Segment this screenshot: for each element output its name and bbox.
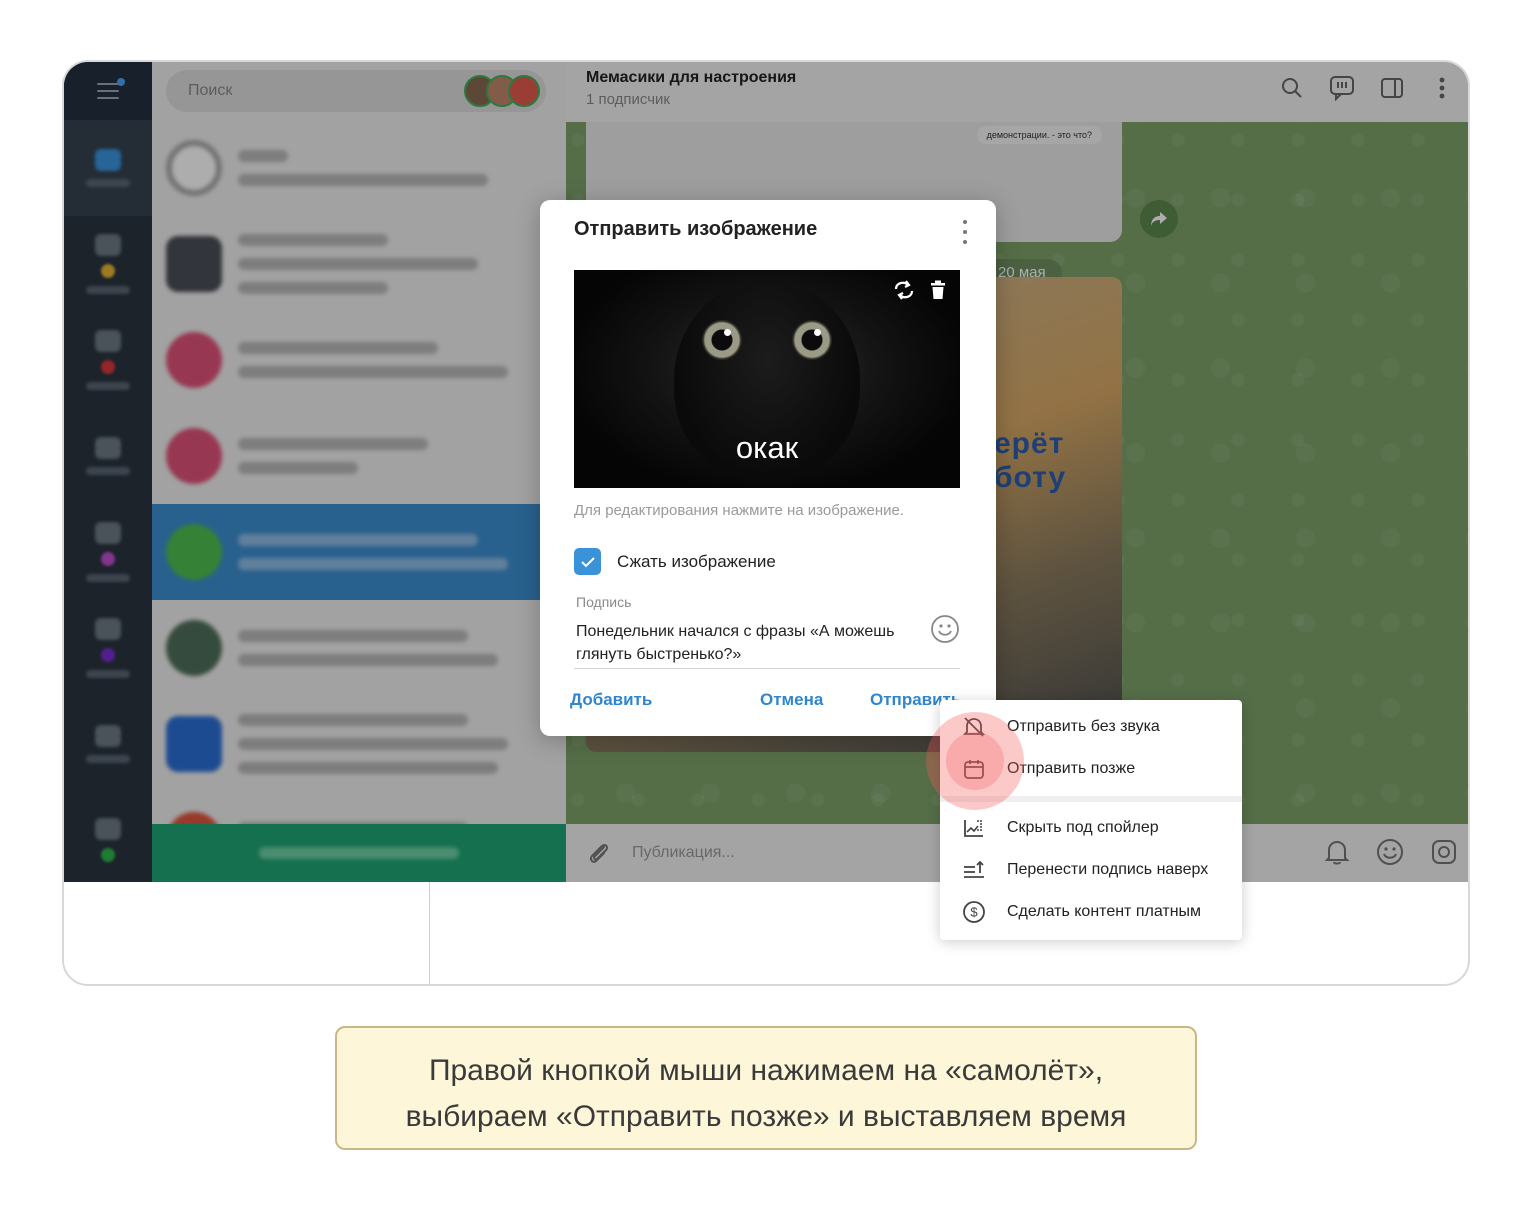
image-tools <box>892 280 946 300</box>
cancel-button[interactable]: Отмена <box>760 690 823 710</box>
menu-item-label: Перенести подпись наверх <box>1007 861 1209 878</box>
caption-underline <box>574 668 960 669</box>
compress-label: Сжать изображение <box>617 551 776 571</box>
delete-icon[interactable] <box>930 280 946 300</box>
image-preview[interactable]: окак <box>574 270 960 488</box>
dialog-more-icon[interactable] <box>962 220 968 244</box>
dialog-title: Отправить изображение <box>574 218 818 240</box>
paid-content-icon: $ <box>961 899 987 925</box>
image-caption-text: окак <box>735 430 799 465</box>
spoiler-icon <box>961 815 987 841</box>
edit-hint: Для редактирования нажмите на изображени… <box>574 502 905 519</box>
compress-option[interactable]: Сжать изображение <box>574 548 776 575</box>
instruction-line-1: Правой кнопкой мыши нажимаем на «самолёт… <box>428 1054 1104 1087</box>
menu-item-label: Скрыть под спойлер <box>1007 819 1159 836</box>
caption-label: Подпись <box>576 594 632 610</box>
menu-item-paid-content[interactable]: $ Сделать контент платным <box>940 891 1242 933</box>
menu-item-label: Отправить без звука <box>1007 718 1160 735</box>
replace-image-icon[interactable] <box>892 280 916 300</box>
instruction-line-2: выбираем «Отправить позже» и выставляем … <box>405 1100 1127 1133</box>
menu-item-spoiler[interactable]: Скрыть под спойлер <box>940 807 1242 849</box>
add-button[interactable]: Добавить <box>570 690 652 710</box>
caption-up-icon <box>961 857 987 883</box>
caption-emoji-button[interactable] <box>930 614 960 649</box>
menu-item-caption-up[interactable]: Перенести подпись наверх <box>940 849 1242 891</box>
cat-eye <box>702 320 742 360</box>
frame-divider <box>429 882 430 984</box>
check-icon <box>580 556 595 567</box>
emoji-icon <box>931 615 959 643</box>
click-highlight-core <box>946 732 1004 790</box>
instruction-note: Правой кнопкой мыши нажимаем на «самолёт… <box>335 1026 1197 1150</box>
telegram-window: Поиск демонстрации. - это что? 20 мая ер… <box>64 62 1468 882</box>
send-image-dialog: Отправить изображение окак Для редактиро… <box>540 200 996 736</box>
screenshot-frame: Поиск демонстрации. - это что? 20 мая ер… <box>62 60 1470 986</box>
svg-text:$: $ <box>970 905 978 920</box>
menu-item-label: Отправить позже <box>1007 760 1136 777</box>
cat-eye <box>792 320 832 360</box>
caption-input[interactable]: Понедельник начался с фразы «А можешь гл… <box>576 620 896 666</box>
menu-item-label: Сделать контент платным <box>1007 903 1202 920</box>
compress-checkbox[interactable] <box>574 548 601 575</box>
